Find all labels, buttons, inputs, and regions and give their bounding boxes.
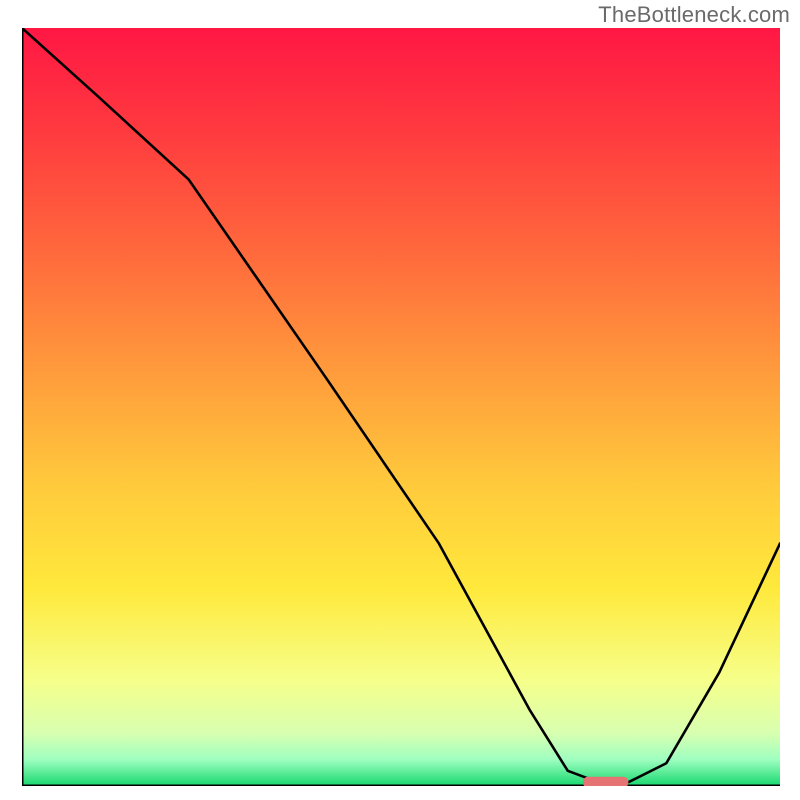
chart-container xyxy=(22,28,780,786)
watermark-text: TheBottleneck.com xyxy=(598,2,790,28)
gradient-background xyxy=(22,28,780,786)
optimal-marker xyxy=(583,777,628,786)
bottleneck-chart xyxy=(22,28,780,786)
